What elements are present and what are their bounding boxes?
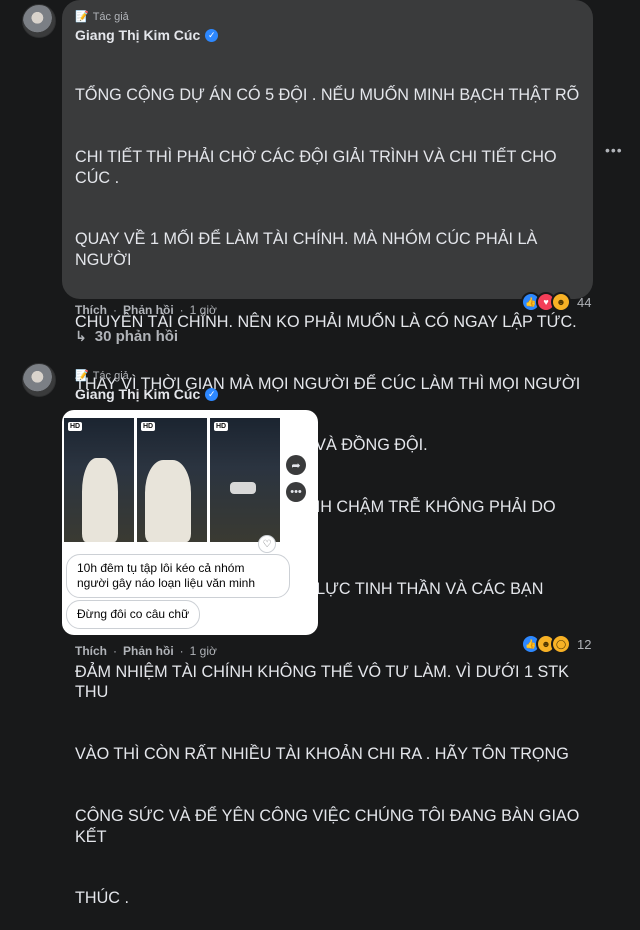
separator: · [179, 303, 184, 317]
verified-badge-icon: ✓ [205, 28, 219, 42]
separator: · [179, 644, 184, 658]
comment-actions: Thích · Phản hồi · 1 giờ [75, 303, 217, 317]
hd-badge: HD [214, 422, 229, 431]
comment-actions: Thích · Phản hồi · 1 giờ [75, 644, 217, 658]
comment-time[interactable]: 1 giờ [190, 303, 217, 317]
haha-reaction-icon: ☻ [551, 292, 571, 312]
wow-reaction-icon: ◯ [551, 634, 571, 654]
reply-arrow-icon: ↳ [75, 328, 87, 344]
share-icon[interactable]: ➦ [286, 455, 306, 475]
photo-caption-text: Đừng đôi co câu chữ [77, 607, 190, 621]
comment-time[interactable]: 1 giờ [190, 644, 217, 658]
author-badge-icon: 📝 [75, 370, 89, 382]
author-name[interactable]: Giang Thị Kim Cúc ✓ [75, 386, 219, 402]
view-replies-link[interactable]: ↳ 30 phản hồi [75, 328, 178, 345]
photo-thumbnail[interactable]: HD [210, 418, 280, 542]
reaction-count: 12 [577, 636, 592, 652]
reaction-summary[interactable]: 👍 ♥ ☻ 44 [521, 292, 591, 312]
more-options-icon[interactable]: ••• [286, 482, 306, 502]
person-figure [82, 458, 118, 542]
verified-badge-icon: ✓ [205, 387, 219, 401]
view-replies-label[interactable]: 30 phản hồi [95, 328, 178, 345]
photo-caption: Đừng đôi co câu chữ [66, 600, 201, 629]
author-badge: 📝 Tác giả [75, 369, 129, 383]
comment-line: TỔNG CỘNG DỰ ÁN CÓ 5 ĐỘI . NẾU MUỐN MINH… [75, 86, 580, 105]
comment-line: CHI TIẾT THÌ PHẢI CHỜ CÁC ĐỘI GIẢI TRÌNH… [75, 147, 562, 187]
author-name[interactable]: Giang Thị Kim Cúc ✓ [75, 27, 219, 43]
image-react-icon[interactable]: ♡ [258, 535, 276, 553]
reply-button[interactable]: Phản hồi [123, 644, 174, 658]
author-name-text[interactable]: Giang Thị Kim Cúc [75, 27, 200, 43]
author-badge-label: Tác giả [92, 369, 129, 382]
author-avatar[interactable] [22, 4, 56, 38]
reaction-count: 44 [577, 294, 592, 310]
comment-line: CÔNG SỨC VÀ ĐỂ YÊN CÔNG VIỆC CHÚNG TÔI Đ… [75, 806, 584, 846]
author-name-text[interactable]: Giang Thị Kim Cúc [75, 386, 200, 402]
person-figure [145, 460, 191, 542]
car-shape [230, 482, 256, 494]
attached-image[interactable]: HD HD HD ♡ 10h đêm tụ tập lôi kéo cả nhó… [62, 410, 318, 635]
reply-button[interactable]: Phản hồi [123, 303, 174, 317]
more-options-icon[interactable]: ••• [605, 142, 623, 158]
like-button[interactable]: Thích [75, 644, 107, 658]
photo-thumbnail[interactable]: HD [64, 418, 134, 542]
author-badge: 📝 Tác giả [75, 10, 129, 24]
like-button[interactable]: Thích [75, 303, 107, 317]
author-avatar[interactable] [22, 363, 56, 397]
comment-line: ĐẢM NHIỆM TÀI CHÍNH KHÔNG THỂ VÔ TƯ LÀM.… [75, 662, 574, 702]
author-badge-icon: 📝 [75, 11, 89, 23]
separator: · [113, 303, 117, 317]
hd-badge: HD [141, 422, 156, 431]
photo-caption: 10h đêm tụ tập lôi kéo cả nhóm người gây… [66, 554, 290, 598]
comment-line: QUAY VỀ 1 MỐI ĐỂ LÀM TÀI CHÍNH. MÀ NHÓM … [75, 230, 542, 269]
photo-thumbnail[interactable]: HD [137, 418, 207, 542]
comment-line: VÀO THÌ CÒN RẤT NHIỀU TÀI KHOẢN CHI RA .… [75, 745, 569, 764]
author-badge-label: Tác giả [92, 10, 129, 23]
hd-badge: HD [68, 422, 83, 431]
reaction-summary[interactable]: 👍 ☻ ◯ 12 [521, 634, 591, 654]
comment-line: THÚC . [75, 889, 129, 908]
photo-caption-text: 10h đêm tụ tập lôi kéo cả nhóm người gây… [77, 561, 256, 590]
separator: · [113, 644, 117, 658]
